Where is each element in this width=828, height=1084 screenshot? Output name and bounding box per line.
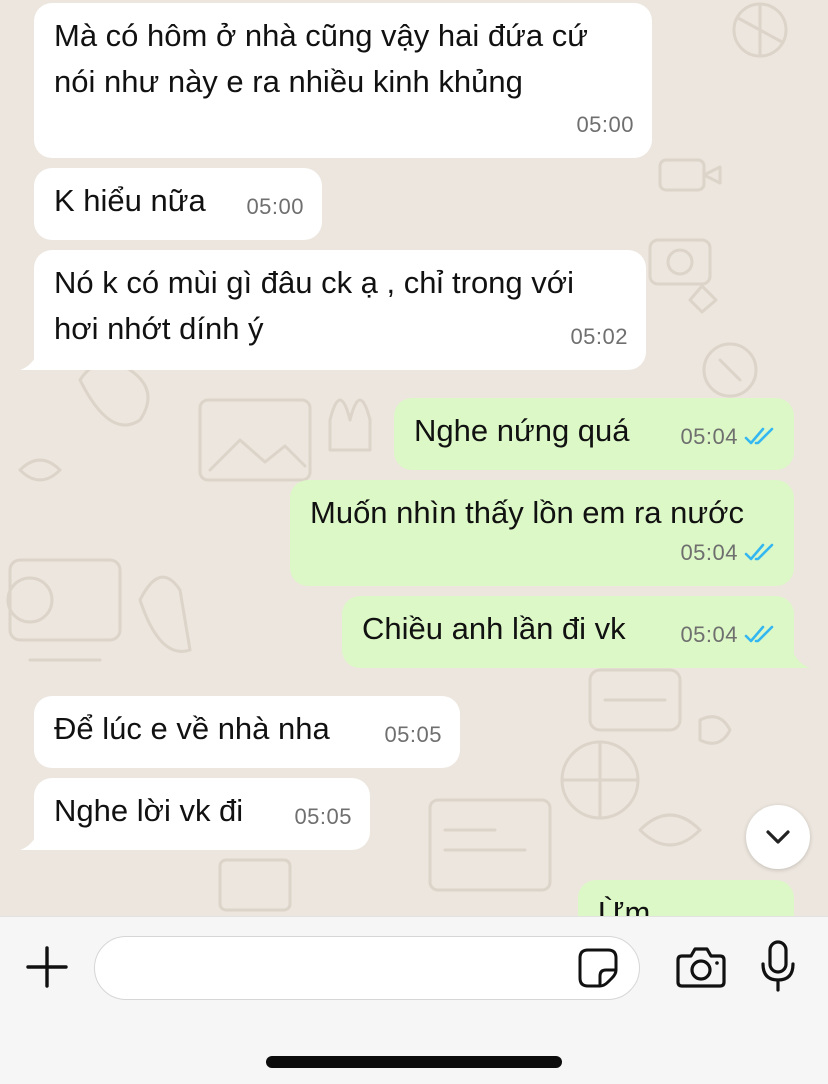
message-meta: 05:00	[576, 102, 634, 148]
message-bubble[interactable]: Nghe nứng quá 05:04	[394, 398, 794, 470]
message-bubble[interactable]: Chiều anh lần đi vk 05:04	[342, 596, 794, 668]
message-text: Để lúc e về nhà nha	[54, 711, 330, 746]
chat-area[interactable]: Mà có hôm ở nhà cũng vậy hai đứa cứ nói …	[0, 0, 828, 916]
message-bubble[interactable]: K hiểu nữa 05:00	[34, 168, 322, 240]
message-time: 05:04	[680, 622, 738, 647]
message-meta: 05:04	[680, 612, 776, 658]
chevron-down-icon	[766, 830, 790, 844]
message-text: Ừm	[598, 895, 651, 916]
bubble-tail	[20, 832, 38, 850]
message-bubble[interactable]: Nghe lời vk đi 05:05	[34, 778, 370, 850]
plus-icon[interactable]	[24, 944, 70, 990]
message-bubble[interactable]: Nó k có mùi gì đâu ck ạ , chỉ trong với …	[34, 250, 646, 370]
sticker-icon[interactable]	[576, 946, 620, 990]
message-text-line: hơi nhớt dính ý	[54, 311, 264, 346]
read-receipt-icon	[744, 543, 774, 561]
bubble-tail	[792, 650, 810, 668]
read-receipt-icon	[744, 427, 774, 445]
message-meta: 05:02	[570, 314, 628, 360]
message-meta: 05:04	[680, 414, 776, 460]
message-bubble[interactable]: Mà có hôm ở nhà cũng vậy hai đứa cứ nói …	[34, 3, 652, 158]
message-text-line: Mà có hôm ở nhà cũng vậy hai đứa cứ	[54, 18, 588, 53]
message-bubble[interactable]: Muốn nhìn thấy lồn em ra nước 05:04	[290, 480, 794, 586]
bubble-tail	[20, 352, 38, 370]
message-text-line: Nó k có mùi gì đâu ck ạ , chỉ trong với	[54, 265, 574, 300]
microphone-icon[interactable]	[760, 940, 796, 992]
message-bubble[interactable]: Ừm	[578, 880, 794, 916]
message-time: 05:05	[384, 722, 442, 747]
message-bubble[interactable]: Để lúc e về nhà nha 05:05	[34, 696, 460, 768]
message-meta: 05:04	[680, 530, 776, 576]
scroll-to-bottom-button[interactable]	[746, 805, 810, 869]
message-time: 05:04	[680, 424, 738, 449]
message-time: 05:02	[570, 324, 628, 349]
message-input[interactable]	[94, 936, 640, 1000]
message-meta: 05:05	[384, 712, 442, 758]
message-time: 05:04	[680, 540, 738, 565]
message-meta: 05:00	[246, 184, 304, 230]
message-time: 05:00	[246, 194, 304, 219]
message-meta: 05:05	[294, 794, 352, 840]
camera-icon[interactable]	[676, 944, 726, 990]
message-time: 05:05	[294, 804, 352, 829]
message-time: 05:00	[576, 112, 634, 137]
read-receipt-icon	[744, 625, 774, 643]
home-indicator	[266, 1056, 562, 1068]
message-text-line: nói như này e ra nhiều kinh khủng	[54, 64, 523, 99]
